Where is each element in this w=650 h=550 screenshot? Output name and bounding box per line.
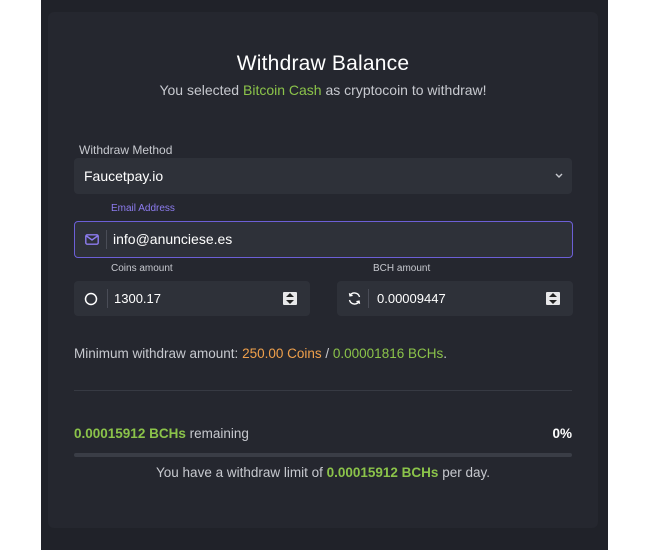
- withdraw-method-value: Faucetpay.io: [84, 168, 164, 184]
- progress-bar: [74, 453, 572, 457]
- refresh-icon: [345, 281, 363, 316]
- remaining-label: remaining: [185, 426, 249, 441]
- bch-divider: [368, 289, 369, 308]
- chevron-down-icon: [554, 158, 564, 207]
- coins-divider: [107, 289, 108, 308]
- withdraw-method-select[interactable]: Faucetpay.io: [74, 158, 572, 194]
- coins-stepper[interactable]: [283, 292, 297, 305]
- subtitle-prefix: You selected: [159, 82, 243, 98]
- coins-amount-input[interactable]: 1300.17: [74, 281, 310, 316]
- bch-stepper[interactable]: [546, 292, 560, 305]
- remaining-amount: 0.00015912 BCHs: [74, 426, 186, 441]
- minimum-bch: 0.00001816 BCHs: [332, 346, 444, 361]
- envelope-icon: [83, 222, 101, 257]
- coins-amount-value: 1300.17: [114, 291, 161, 306]
- minimum-withdraw-text: Minimum withdraw amount: 250.00 Coins / …: [74, 346, 447, 361]
- bch-amount-input[interactable]: 0.00009447: [337, 281, 573, 316]
- minimum-coins: 250.00 Coins: [242, 346, 322, 361]
- withdraw-method-label: Withdraw Method: [79, 143, 173, 157]
- page-subtitle: You selected Bitcoin Cash as cryptocoin …: [48, 82, 598, 98]
- limit-amount: 0.00015912 BCHs: [326, 465, 439, 480]
- minimum-prefix: Minimum withdraw amount:: [74, 346, 243, 361]
- bch-amount-value: 0.00009447: [377, 291, 446, 306]
- bch-amount-label: BCH amount: [373, 263, 431, 274]
- coins-amount-label: Coins amount: [111, 263, 173, 274]
- minimum-separator: /: [321, 346, 333, 361]
- divider: [74, 390, 572, 391]
- email-field[interactable]: info@anunciese.es: [74, 221, 573, 258]
- withdraw-limit-text: You have a withdraw limit of 0.00015912 …: [48, 465, 598, 480]
- subtitle-suffix: as cryptocoin to withdraw!: [321, 82, 487, 98]
- minimum-suffix: .: [443, 346, 447, 361]
- remaining-text: 0.00015912 BCHs remaining: [74, 426, 249, 441]
- limit-prefix: You have a withdraw limit of: [156, 465, 327, 480]
- circle-icon: [83, 281, 99, 316]
- progress-percent: 0%: [552, 426, 572, 441]
- coin-name: Bitcoin Cash: [243, 82, 322, 98]
- limit-suffix: per day.: [438, 465, 490, 480]
- email-value: info@anunciese.es: [113, 231, 233, 247]
- email-label: Email Address: [111, 203, 175, 214]
- email-divider: [106, 230, 107, 249]
- page-title: Withdraw Balance: [236, 52, 410, 75]
